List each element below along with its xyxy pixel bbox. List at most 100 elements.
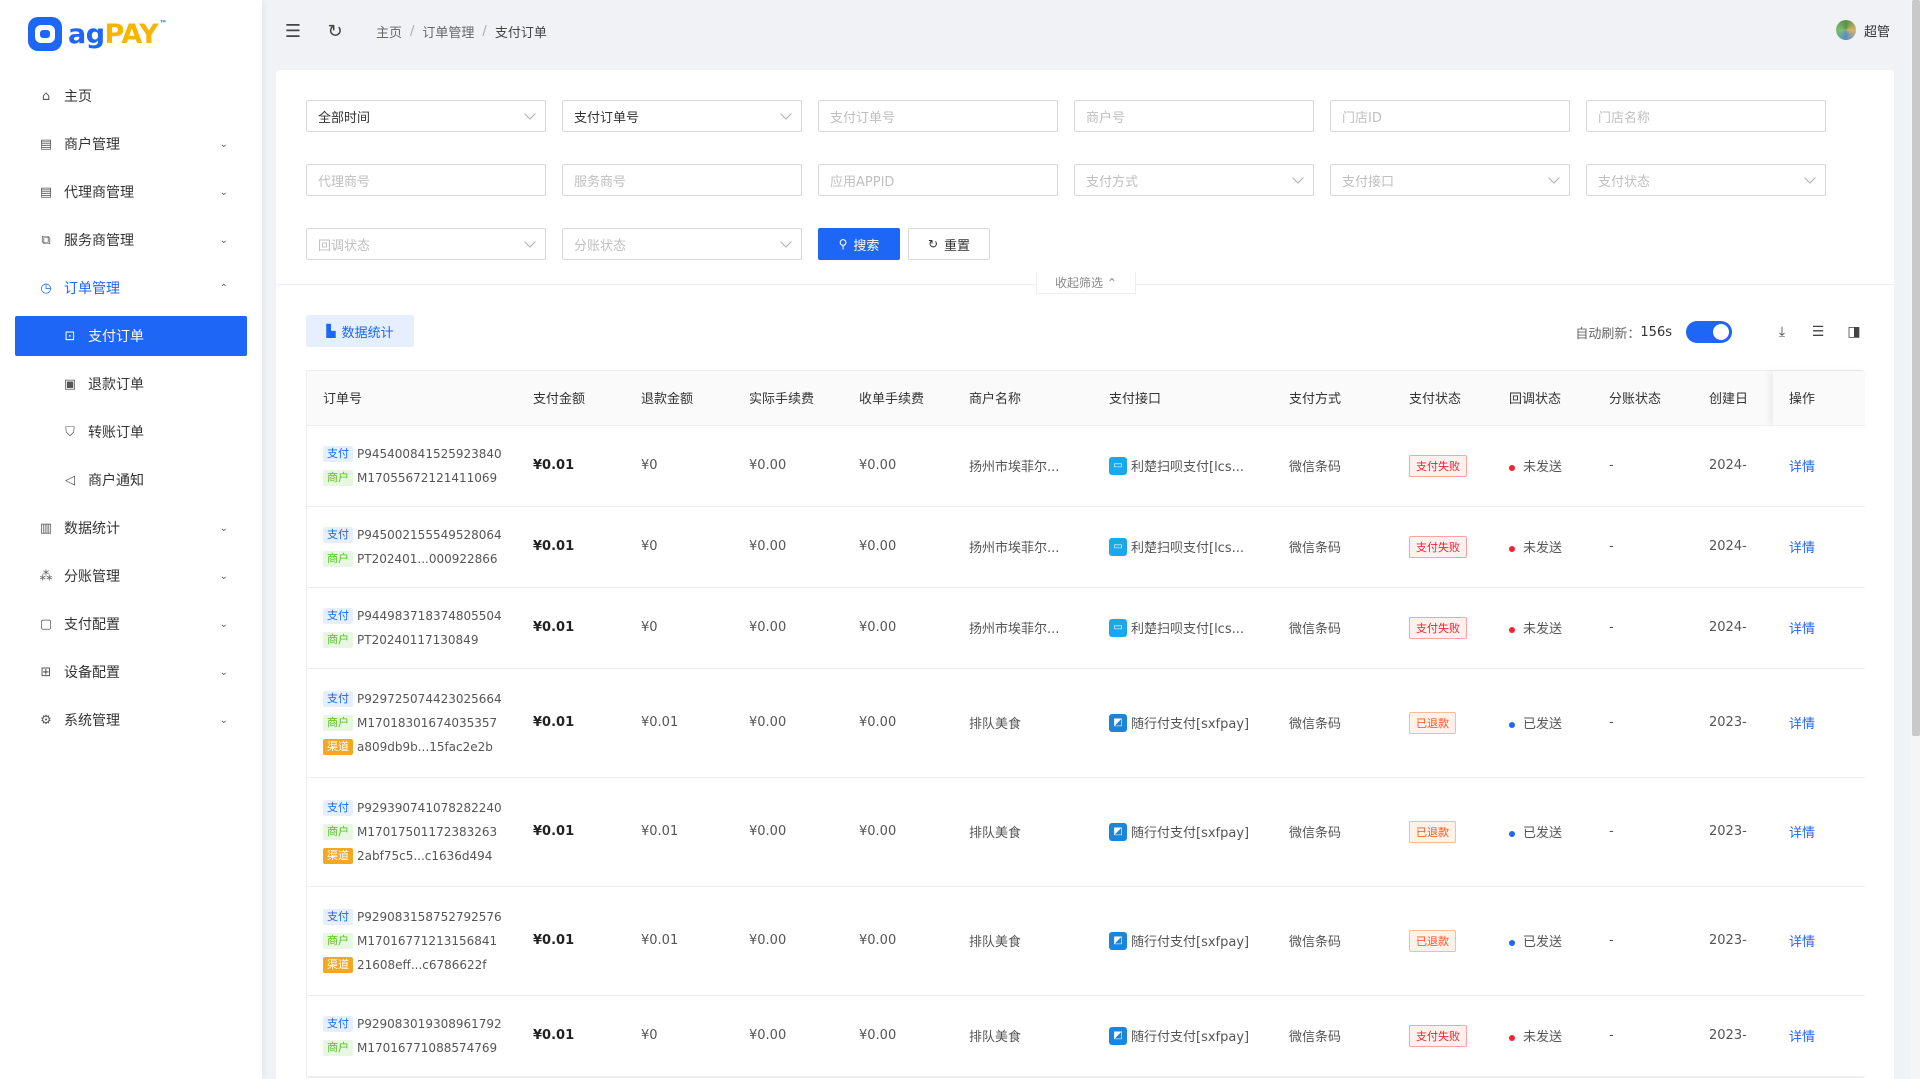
amount-cell: ¥0.01 xyxy=(517,777,625,887)
detail-link[interactable]: 详情 xyxy=(1789,541,1815,556)
sidebar-item-device-config[interactable]: ⊞ 设备配置 ⌄ xyxy=(0,648,262,696)
sidebar-item-pay-config[interactable]: ▢ 支付配置 ⌄ xyxy=(0,600,262,648)
detail-link[interactable]: 详情 xyxy=(1789,826,1815,841)
sidebar-item-mch-notify[interactable]: ◁ 商户通知 xyxy=(0,456,262,504)
fee-cell: ¥0.00 xyxy=(733,995,843,1077)
store-name-input[interactable]: 门店名称 xyxy=(1586,100,1826,132)
notify-text: 未发送 xyxy=(1523,622,1563,637)
agent-no-input[interactable]: 代理商号 xyxy=(306,164,546,196)
status-badge: 支付失败 xyxy=(1409,616,1467,639)
notify-state-select[interactable]: 回调状态 xyxy=(306,228,546,260)
auto-refresh-value: 156s xyxy=(1640,324,1672,340)
cluster-icon: ⁂ xyxy=(39,568,53,584)
iface-logo-icon: ◩ xyxy=(1109,931,1127,950)
fee-cell: ¥0.00 xyxy=(733,668,843,778)
status-badge: 已退款 xyxy=(1409,711,1456,734)
notify-text: 未发送 xyxy=(1523,541,1563,556)
pay-state-select[interactable]: 支付状态 xyxy=(1586,164,1826,196)
op-cell: 详情 xyxy=(1773,425,1865,507)
sidebar-item-order[interactable]: ◷ 订单管理 ⌃ xyxy=(0,264,262,312)
notify-cell: 未发送 xyxy=(1493,587,1593,669)
search-button[interactable]: ⚲ 搜索 xyxy=(818,228,900,260)
acq-fee-cell: ¥0.00 xyxy=(843,668,953,778)
mch-tag: 商户 xyxy=(323,823,353,840)
breadcrumb-order[interactable]: 订单管理 xyxy=(422,22,474,41)
download-icon[interactable]: ⤓ xyxy=(1772,322,1792,342)
store-id-input[interactable]: 门店ID xyxy=(1330,100,1570,132)
state-cell: 支付失败 xyxy=(1393,587,1493,669)
amount-cell: ¥0.01 xyxy=(517,425,625,507)
appid-input[interactable]: 应用APPID xyxy=(818,164,1058,196)
column-setting-icon[interactable]: ◨ xyxy=(1844,322,1864,342)
division-state-select[interactable]: 分账状态 xyxy=(562,228,802,260)
pay-order-no: P944983718374805504 xyxy=(357,608,502,623)
data-stats-button[interactable]: ▙ 数据统计 xyxy=(306,315,414,347)
sidebar-item-home[interactable]: ⌂ 主页 xyxy=(0,72,262,120)
table-row: 支付 P944983718374805504 商户 PT20240117130849 ¥… xyxy=(307,587,1865,669)
detail-link[interactable]: 详情 xyxy=(1789,717,1815,732)
col-way: 支付方式 xyxy=(1273,371,1393,426)
col-order-no: 订单号 xyxy=(307,371,517,426)
sidebar-item-transfer-order[interactable]: ⛉ 转账订单 xyxy=(0,408,262,456)
sidebar-item-division[interactable]: ⁂ 分账管理 ⌄ xyxy=(0,552,262,600)
user-menu[interactable]: 超管 xyxy=(1835,20,1890,40)
amount-cell: ¥0.01 xyxy=(517,668,625,778)
iface-cell: ◩ 随行付支付[sxfpay] xyxy=(1093,886,1273,996)
logo-text: agPAY™ xyxy=(68,18,167,50)
isv-no-input[interactable]: 服务商号 xyxy=(562,164,802,196)
auto-refresh-toggle[interactable] xyxy=(1686,321,1732,343)
detail-link[interactable]: 详情 xyxy=(1789,1030,1815,1045)
pay-iface-select[interactable]: 支付接口 xyxy=(1330,164,1570,196)
scrollbar-thumb[interactable] xyxy=(1912,0,1920,736)
created-cell: 2023- xyxy=(1693,777,1773,887)
mch-order-no: M17017501172383263 xyxy=(357,824,498,839)
notify-text: 未发送 xyxy=(1523,460,1563,475)
menu-fold-icon[interactable]: ☰ xyxy=(282,20,304,42)
order-no-input[interactable]: 支付订单号 xyxy=(818,100,1058,132)
col-state: 支付状态 xyxy=(1393,371,1493,426)
sidebar-item-stats[interactable]: ▥ 数据统计 ⌄ xyxy=(0,504,262,552)
notify-cell: 已发送 xyxy=(1493,777,1593,887)
status-badge: 已退款 xyxy=(1409,929,1456,952)
mch-no-input[interactable]: 商户号 xyxy=(1074,100,1314,132)
detail-link[interactable]: 详情 xyxy=(1789,622,1815,637)
chevron-down-icon xyxy=(1292,172,1304,184)
detail-link[interactable]: 详情 xyxy=(1789,460,1815,475)
way-cell: 微信条码 xyxy=(1273,668,1393,778)
time-select[interactable]: 全部时间 xyxy=(306,100,546,132)
sidebar-item-isv[interactable]: ⧉ 服务商管理 ⌄ xyxy=(0,216,262,264)
op-cell: 详情 xyxy=(1773,777,1865,887)
way-cell: 微信条码 xyxy=(1273,886,1393,996)
sidebar-item-merchant[interactable]: ▤ 商户管理 ⌄ xyxy=(0,120,262,168)
table-toolbar: ▙ 数据统计 自动刷新： 156s ⤓ ☰ ◨ xyxy=(276,285,1894,369)
order-icon: ⊡ xyxy=(64,328,76,344)
notify-cell: 未发送 xyxy=(1493,425,1593,507)
sidebar-item-pay-order[interactable]: ⊡ 支付订单 xyxy=(15,316,247,356)
iface-name: 利楚扫呗支付[lcs... xyxy=(1131,622,1245,637)
division-cell: - xyxy=(1593,425,1693,507)
chevron-down-icon: ⌄ xyxy=(219,138,228,150)
order-type-select[interactable]: 支付订单号 xyxy=(562,100,802,132)
sidebar-item-system[interactable]: ⚙ 系统管理 ⌄ xyxy=(0,696,262,744)
detail-link[interactable]: 详情 xyxy=(1789,935,1815,950)
reload-icon[interactable]: ↻ xyxy=(324,20,346,42)
avatar xyxy=(1835,20,1856,40)
mch-name-cell: 扬州市埃菲尔... xyxy=(953,506,1093,588)
amount-cell: ¥0.01 xyxy=(517,587,625,669)
pay-way-select[interactable]: 支付方式 xyxy=(1074,164,1314,196)
mch-name-cell: 排队美食 xyxy=(953,886,1093,996)
sidebar-item-refund-order[interactable]: ▣ 退款订单 xyxy=(0,360,262,408)
pay-order-no: P929725074423025664 xyxy=(357,691,502,706)
fee-cell: ¥0.00 xyxy=(733,886,843,996)
page-scrollbar[interactable] xyxy=(1910,0,1920,1079)
refund-cell: ¥0 xyxy=(625,995,733,1077)
sidebar-item-agent[interactable]: ▤ 代理商管理 ⌄ xyxy=(0,168,262,216)
division-cell: - xyxy=(1593,777,1693,887)
breadcrumb-home[interactable]: 主页 xyxy=(376,22,402,41)
reset-button[interactable]: ↻ 重置 xyxy=(908,228,990,260)
refund-icon: ▣ xyxy=(63,376,77,392)
op-cell: 详情 xyxy=(1773,587,1865,669)
density-icon[interactable]: ☰ xyxy=(1808,322,1828,342)
state-cell: 支付失败 xyxy=(1393,506,1493,588)
chevron-down-icon xyxy=(780,108,792,120)
